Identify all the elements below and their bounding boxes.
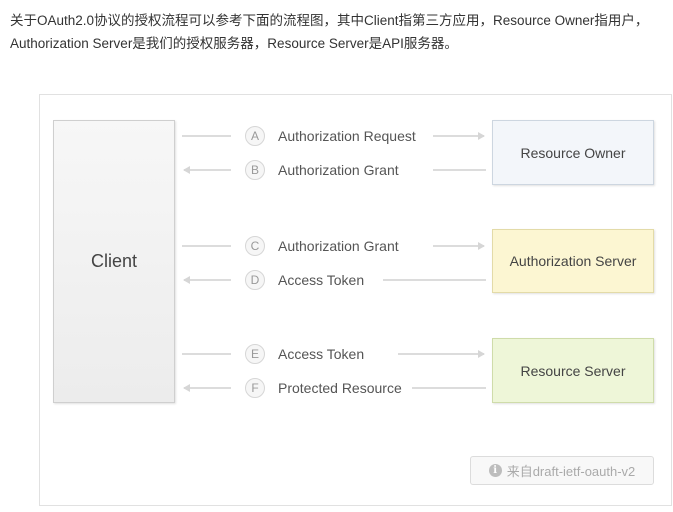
step-label: Authorization Grant (278, 162, 399, 178)
step-label: Authorization Grant (278, 238, 399, 254)
step-badge: B (245, 160, 265, 180)
resource-owner-node: Resource Owner (492, 120, 654, 185)
client-label: Client (90, 251, 138, 271)
step-f: F Protected Resource (245, 377, 402, 399)
source-label: 来自draft-ietf-oauth-v2 (506, 464, 636, 479)
step-e: E Access Token (245, 343, 364, 365)
source-caption: i 来自draft-ietf-oauth-v2 (470, 456, 654, 485)
step-badge: C (245, 236, 265, 256)
step-label: Access Token (278, 346, 365, 362)
resource-owner-label: Resource Owner (520, 144, 626, 161)
step-label: Protected Resource (278, 380, 402, 396)
step-badge: A (245, 126, 265, 146)
client-node: Client (53, 120, 175, 403)
step-badge: D (245, 270, 265, 290)
resource-server-node: Resource Server (492, 338, 654, 403)
step-label: Authorization Request (278, 128, 416, 144)
step-d: D Access Token (245, 269, 364, 291)
step-label: Access Token (278, 272, 365, 288)
authorization-server-node: Authorization Server (492, 229, 654, 293)
step-badge: E (245, 344, 265, 364)
intro-line-1: 关于OAuth2.0协议的授权流程可以参考下面的流程图，其中Client指第三方… (10, 13, 649, 28)
intro-line-2: Authorization Server是我们的授权服务器，Resource S… (10, 36, 458, 51)
step-c: C Authorization Grant (245, 235, 399, 257)
intro-paragraph: 关于OAuth2.0协议的授权流程可以参考下面的流程图，其中Client指第三方… (10, 9, 670, 55)
step-b: B Authorization Grant (245, 159, 399, 181)
info-icon: i (488, 464, 502, 477)
authorization-server-label: Authorization Server (509, 253, 637, 269)
oauth-flow-diagram: Client Resource Owner Authorization Serv… (39, 94, 672, 506)
resource-server-label: Resource Server (520, 362, 626, 379)
step-badge: F (245, 378, 265, 398)
step-a: A Authorization Request (245, 125, 416, 147)
